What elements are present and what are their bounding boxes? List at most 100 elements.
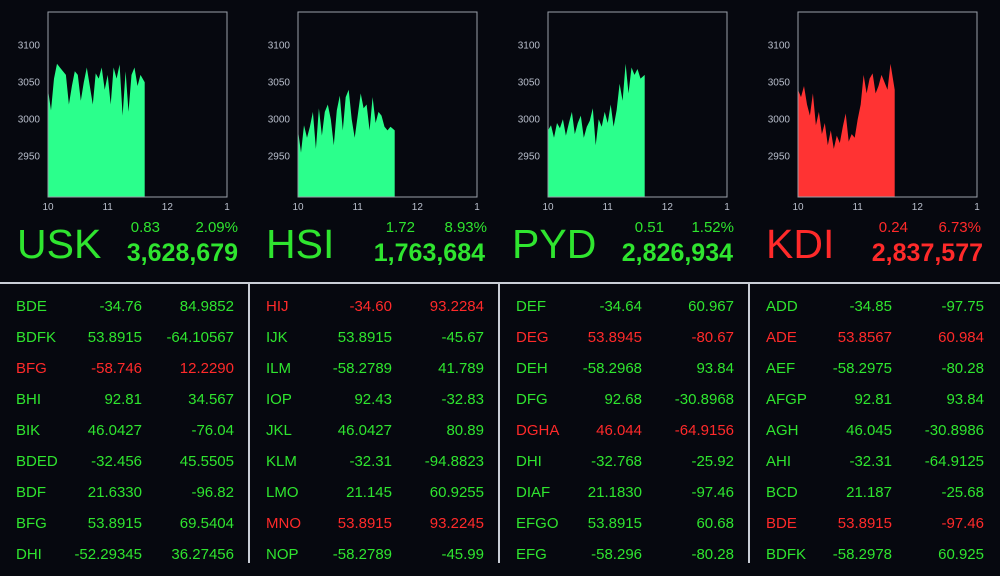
- ticker-value-2: 80.89: [446, 422, 484, 439]
- y-tick-label: 3000: [268, 114, 291, 125]
- chart-panel-hsi: 3100 3050 3000 2950 10 11 12 1 1.72 8.93% HSI 1…: [250, 0, 500, 280]
- ticker-value-2: 93.84: [946, 391, 984, 408]
- ticker-symbol: DHI: [16, 546, 42, 563]
- x-tick-label: 1: [224, 202, 230, 213]
- table-row: BDE -34.76 84.9852: [0, 298, 248, 328]
- table-row: BIK 46.0427 -76.04: [0, 422, 248, 452]
- ticker-symbol: BCD: [766, 484, 798, 501]
- pyd-area-chart: 3100 3050 3000 2950 10 11 12 1: [518, 11, 730, 213]
- kdi-area-chart: 3100 3050 3000 2950 10 11 12 1: [768, 11, 980, 213]
- ticker-table-1: BDE -34.76 84.9852 BDFK 53.8915 -64.10567 BFG -…: [0, 284, 248, 563]
- ticker-symbol: DEG: [516, 329, 549, 346]
- ticker-symbol: LMO: [266, 484, 299, 501]
- y-tick-label: 3100: [18, 40, 41, 51]
- x-tick-label: 12: [662, 202, 674, 213]
- table-row: BDFK 53.8915 -64.10567: [0, 329, 248, 359]
- y-tick-label: 3050: [768, 77, 791, 88]
- table-row: NOP -58.2789 -45.99: [250, 546, 498, 576]
- ticker-value-2: 84.9852: [179, 298, 234, 315]
- ticker-table-4: ADD -34.85 -97.75 ADE 53.8567 60.984 AEF -58.29…: [750, 284, 998, 563]
- ticker-value-1: -34.76: [99, 298, 142, 315]
- table-row: DGHA 46.044 -64.9156: [500, 422, 748, 452]
- ticker-value-1: 53.8567: [837, 329, 892, 346]
- kdi-percent: 6.73%: [938, 219, 981, 236]
- ticker-value-1: 21.6330: [87, 484, 142, 501]
- chart-panel-usk: 3100 3050 3000 2950 10 11 12 1 0.83 2.09% USK 3…: [0, 0, 250, 280]
- ticker-symbol: BDFK: [766, 546, 807, 563]
- ticker-value-1: 92.81: [854, 391, 892, 408]
- area-series: [798, 63, 895, 197]
- ticker-symbol: AFGP: [766, 391, 807, 408]
- x-tick-label: 11: [602, 202, 613, 213]
- ticker-symbol: BFG: [16, 360, 47, 377]
- x-tick-label: 10: [792, 202, 804, 213]
- table-row: BDED -32.456 45.5505: [0, 453, 248, 483]
- ticker-value-2: 60.984: [938, 329, 984, 346]
- ticker-symbol: BDF: [16, 484, 46, 501]
- ticker-value-2: -97.46: [941, 515, 984, 532]
- ticker-symbol: NOP: [266, 546, 299, 563]
- ticker-value-2: -80.28: [691, 546, 734, 563]
- ticker-value-1: 21.187: [846, 484, 892, 501]
- ticker-value-1: 92.68: [604, 391, 642, 408]
- hsi-total: 1,763,684: [373, 239, 485, 267]
- ticker-value-1: -34.60: [349, 298, 392, 315]
- x-tick-label: 11: [102, 202, 113, 213]
- ticker-symbol: DHI: [516, 453, 542, 470]
- ticker-value-1: -58.2968: [582, 360, 642, 377]
- ticker-symbol: DFG: [516, 391, 548, 408]
- ticker-symbol: IJK: [266, 329, 288, 346]
- ticker-value-1: 46.045: [846, 422, 892, 439]
- ticker-symbol: HIJ: [266, 298, 289, 315]
- ticker-symbol: BHI: [16, 391, 42, 408]
- x-tick-label: 12: [412, 202, 424, 213]
- ticker-value-2: -64.10567: [166, 329, 234, 346]
- ticker-symbol: BDE: [766, 515, 797, 532]
- ticker-value-2: -30.8986: [924, 422, 984, 439]
- table-row: AGH 46.045 -30.8986: [750, 422, 998, 452]
- pyd-total: 2,826,934: [621, 239, 733, 267]
- ticker-symbol: EFG: [516, 546, 547, 563]
- ticker-value-1: -32.31: [349, 453, 392, 470]
- ticker-value-1: 53.8915: [87, 515, 142, 532]
- ticker-symbol: MNO: [266, 515, 301, 532]
- hsi-change: 1.72: [385, 219, 415, 236]
- ticker-value-2: 60.925: [938, 546, 984, 563]
- ticker-value-1: 46.044: [596, 422, 642, 439]
- ticker-value-2: -64.9125: [924, 453, 984, 470]
- y-tick-label: 3100: [268, 40, 291, 51]
- y-tick-label: 3000: [518, 114, 541, 125]
- y-tick-label: 3000: [768, 114, 791, 125]
- x-tick-label: 1: [974, 202, 980, 213]
- table-row: AFGP 92.81 93.84: [750, 391, 998, 421]
- ticker-value-1: -32.768: [591, 453, 642, 470]
- y-tick-label: 3050: [518, 77, 541, 88]
- ticker-value-1: 53.8915: [337, 515, 392, 532]
- ticker-value-2: -32.83: [441, 391, 484, 408]
- y-tick-label: 2950: [768, 151, 791, 162]
- ticker-value-1: 53.8915: [837, 515, 892, 532]
- x-tick-label: 12: [912, 202, 924, 213]
- y-tick-label: 3100: [768, 40, 791, 51]
- ticker-value-2: -45.67: [441, 329, 484, 346]
- ticker-value-1: -58.2789: [332, 360, 392, 377]
- ticker-value-2: 93.2284: [429, 298, 484, 315]
- area-series: [298, 89, 395, 197]
- ticker-table-3: DEF -34.64 60.967 DEG 53.8945 -80.67 DEH -58.29…: [500, 284, 748, 563]
- ticker-value-1: 46.0427: [337, 422, 392, 439]
- x-tick-label: 10: [292, 202, 304, 213]
- usk-area-chart: 3100 3050 3000 2950 10 11 12 1: [18, 11, 230, 213]
- ticker-symbol: BDE: [16, 298, 47, 315]
- ticker-value-2: 60.68: [696, 515, 734, 532]
- ticker-symbol: KLM: [266, 453, 297, 470]
- table-row: IJK 53.8915 -45.67: [250, 329, 498, 359]
- table-row: EFG -58.296 -80.28: [500, 546, 748, 576]
- ticker-value-2: -80.67: [691, 329, 734, 346]
- table-row: BFG -58.746 12.2290: [0, 360, 248, 390]
- table-row: BFG 53.8915 69.5404: [0, 515, 248, 545]
- ticker-value-1: 53.8915: [587, 515, 642, 532]
- ticker-value-1: -34.85: [849, 298, 892, 315]
- ticker-value-1: 46.0427: [87, 422, 142, 439]
- y-tick-label: 2950: [268, 151, 291, 162]
- hsi-area-chart: 3100 3050 3000 2950 10 11 12 1: [268, 11, 480, 213]
